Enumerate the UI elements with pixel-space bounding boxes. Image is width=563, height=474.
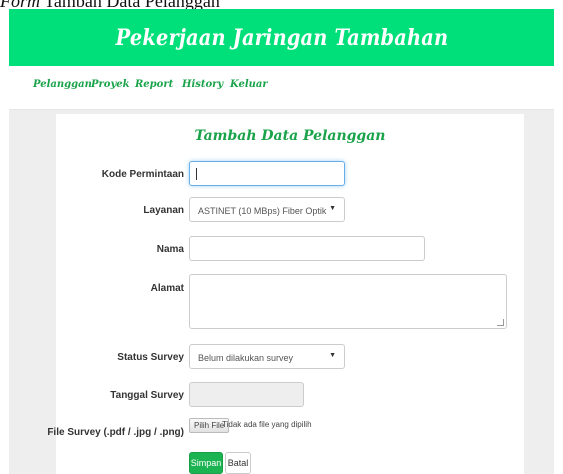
app-title: Pekerjaan Jaringan Tambahan (115, 24, 448, 51)
cancel-button[interactable]: Batal (225, 452, 251, 474)
alamat-label: Alamat (150, 283, 184, 294)
nav-item-history[interactable]: History (182, 79, 223, 90)
text-caret (196, 168, 197, 180)
app-header: Pekerjaan Jaringan Tambahan (9, 9, 554, 66)
resize-handle-icon[interactable] (497, 319, 504, 326)
tanggal-input (189, 382, 304, 407)
nav-item-proyek[interactable]: Proyek (91, 79, 130, 90)
layanan-select[interactable]: ASTINET (10 MBps) Fiber Optik ▼ (189, 197, 345, 222)
file-label: File Survey (.pdf / .jpg / .png) (47, 427, 184, 438)
status-select[interactable]: Belum dilakukan survey ▼ (189, 344, 345, 369)
tanggal-label: Tanggal Survey (110, 390, 184, 401)
top-nav: Pelanggan Proyek Report History Keluar (9, 66, 554, 110)
layanan-label: Layanan (143, 205, 184, 216)
status-selected-value: Belum dilakukan survey (198, 353, 294, 363)
chevron-down-icon: ▼ (329, 352, 336, 359)
file-status-text: Tidak ada file yang dipilih (222, 420, 312, 429)
nama-input[interactable] (189, 236, 425, 261)
kode-input[interactable] (189, 161, 345, 186)
nav-item-keluar[interactable]: Keluar (230, 79, 268, 90)
nav-item-pelanggan[interactable]: Pelanggan (33, 79, 92, 90)
layanan-selected-value: ASTINET (10 MBps) Fiber Optik (198, 206, 327, 216)
nama-label: Nama (156, 244, 184, 255)
form-title: Tambah Data Pelanggan (194, 128, 386, 144)
kode-label: Kode Permintaan (101, 169, 184, 180)
save-button[interactable]: Simpan (189, 452, 223, 474)
alamat-textarea[interactable] (189, 274, 507, 329)
chevron-down-icon: ▼ (329, 205, 336, 212)
nav-item-report[interactable]: Report (135, 79, 173, 90)
status-label: Status Survey (117, 352, 184, 363)
